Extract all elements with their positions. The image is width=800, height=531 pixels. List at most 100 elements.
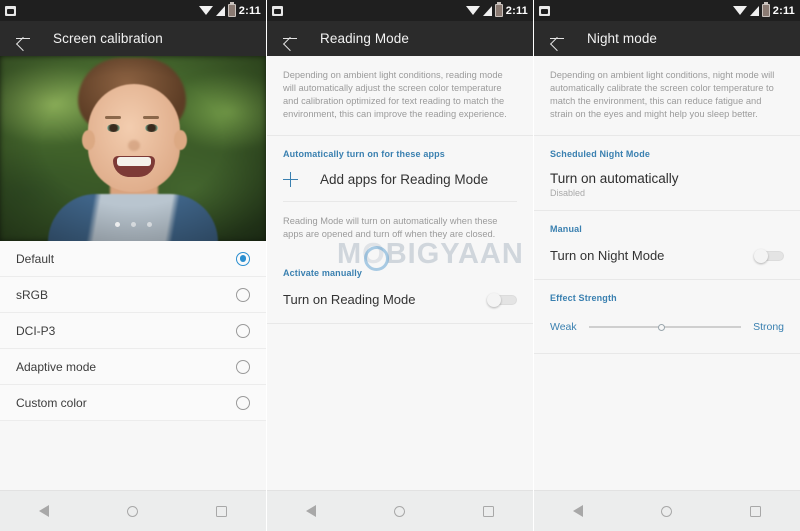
status-bar-left [539, 5, 733, 16]
night-mode-toggle[interactable] [754, 249, 784, 263]
wifi-icon [465, 6, 480, 15]
wifi-icon [732, 6, 747, 15]
option-label: Custom color [16, 395, 87, 410]
home-circle-icon[interactable] [127, 505, 138, 517]
section-header-auto-apps: Automatically turn on for these apps [283, 149, 445, 159]
recents-square-icon[interactable] [750, 505, 761, 517]
home-circle-icon[interactable] [394, 505, 405, 517]
status-bar-right: 2:11 [465, 2, 528, 17]
page-dot[interactable] [114, 222, 120, 227]
navigation-bar [534, 490, 800, 531]
option-label: sRGB [16, 287, 49, 302]
section-header-activate-manually: Activate manually [283, 268, 363, 278]
option-row-adaptive-mode[interactable]: Adaptive mode [0, 349, 266, 385]
app-bar: Night mode [534, 21, 800, 56]
wifi-icon [198, 6, 213, 15]
radio-button-selected[interactable] [236, 251, 250, 266]
back-arrow-icon[interactable] [548, 30, 566, 48]
signal-icon [215, 5, 225, 16]
reading-mode-toggle[interactable] [487, 293, 517, 307]
item-subtitle: Disabled [550, 188, 586, 198]
navigation-bar [0, 490, 266, 531]
recents-square-icon[interactable] [216, 505, 227, 517]
option-row-dcip3[interactable]: DCI-P3 [0, 313, 266, 349]
page-title: Reading Mode [320, 31, 410, 46]
status-bar: 2:11 [0, 0, 266, 21]
battery-icon [227, 2, 236, 17]
back-triangle-icon[interactable] [573, 505, 583, 517]
item-title: Turn on automatically [550, 171, 679, 186]
status-bar-clock: 2:11 [505, 4, 528, 17]
battery-icon [761, 2, 770, 17]
battery-icon [494, 2, 503, 17]
page-dot[interactable] [130, 222, 136, 227]
slider-max-label: Strong [753, 321, 784, 333]
page-title: Screen calibration [53, 31, 163, 46]
status-bar-clock: 2:11 [238, 4, 261, 17]
status-bar-clock: 2:11 [772, 4, 795, 17]
toggle-label: Turn on Reading Mode [283, 292, 416, 307]
divider [534, 353, 800, 354]
slider-thumb[interactable] [658, 323, 666, 331]
add-apps-label: Add apps for Reading Mode [320, 172, 489, 187]
status-bar-left [272, 5, 466, 16]
screenshot-triptych: 2:11 Screen calibration Default sRGB DCI… [0, 0, 800, 531]
screenshot-icon [272, 5, 283, 16]
home-circle-icon[interactable] [661, 505, 672, 517]
reading-mode-description: Depending on ambient light conditions, r… [283, 70, 507, 119]
turn-on-night-mode-row[interactable]: Turn on Night Mode [534, 234, 800, 279]
calibration-preview-image [0, 56, 266, 241]
radio-button[interactable] [236, 323, 250, 338]
page-dot[interactable] [146, 222, 152, 227]
night-mode-content: Depending on ambient light conditions, n… [534, 56, 800, 354]
back-arrow-icon[interactable] [281, 30, 299, 48]
reading-mode-content: Depending on ambient light conditions, r… [267, 56, 533, 324]
status-bar-right: 2:11 [732, 2, 795, 17]
back-triangle-icon[interactable] [39, 505, 49, 517]
recents-square-icon[interactable] [483, 505, 494, 517]
radio-button[interactable] [236, 287, 250, 302]
effect-strength-slider[interactable] [588, 323, 742, 331]
turn-on-automatically-row[interactable]: Turn on automatically Disabled [534, 159, 800, 210]
toggle-knob [754, 249, 768, 263]
app-bar: Reading Mode [267, 21, 533, 56]
status-bar: 2:11 [267, 0, 533, 21]
effect-strength-slider-row[interactable]: Weak Strong [534, 303, 800, 353]
phone-screen-calibration: 2:11 Screen calibration Default sRGB DCI… [0, 0, 266, 531]
page-title: Night mode [587, 31, 658, 46]
slider-min-label: Weak [550, 321, 577, 333]
auto-apps-hint: Reading Mode will turn on automatically … [283, 216, 498, 239]
page-indicator [0, 222, 266, 227]
status-bar-left [5, 5, 199, 16]
option-row-custom-color[interactable]: Custom color [0, 385, 266, 421]
add-apps-row[interactable]: Add apps for Reading Mode [267, 159, 533, 201]
section-header-manual: Manual [550, 224, 582, 234]
option-row-srgb[interactable]: sRGB [0, 277, 266, 313]
divider [267, 323, 533, 324]
phone-reading-mode: 2:11 Reading Mode Depending on ambient l… [267, 0, 533, 531]
signal-icon [749, 5, 759, 16]
toggle-label: Turn on Night Mode [550, 248, 665, 263]
option-label: Adaptive mode [16, 359, 97, 374]
photo-vignette [0, 56, 266, 241]
back-arrow-icon[interactable] [14, 30, 32, 48]
back-triangle-icon[interactable] [306, 505, 316, 517]
toggle-knob [487, 293, 501, 307]
calibration-options-list: Default sRGB DCI-P3 Adaptive mode Custom… [0, 241, 266, 421]
plus-icon [283, 172, 298, 187]
app-bar: Screen calibration [0, 21, 266, 56]
option-label: Default [16, 251, 55, 266]
section-header-scheduled: Scheduled Night Mode [550, 149, 651, 159]
screenshot-icon [539, 5, 550, 16]
status-bar-right: 2:11 [198, 2, 261, 17]
radio-button[interactable] [236, 359, 250, 374]
signal-icon [482, 5, 492, 16]
radio-button[interactable] [236, 395, 250, 410]
status-bar: 2:11 [534, 0, 800, 21]
phone-night-mode: 2:11 Night mode Depending on ambient lig… [534, 0, 800, 531]
option-label: DCI-P3 [16, 323, 56, 338]
section-header-effect-strength: Effect Strength [550, 293, 617, 303]
option-row-default[interactable]: Default [0, 241, 266, 277]
turn-on-reading-mode-row[interactable]: Turn on Reading Mode [267, 278, 533, 323]
night-mode-description: Depending on ambient light conditions, n… [550, 70, 775, 119]
